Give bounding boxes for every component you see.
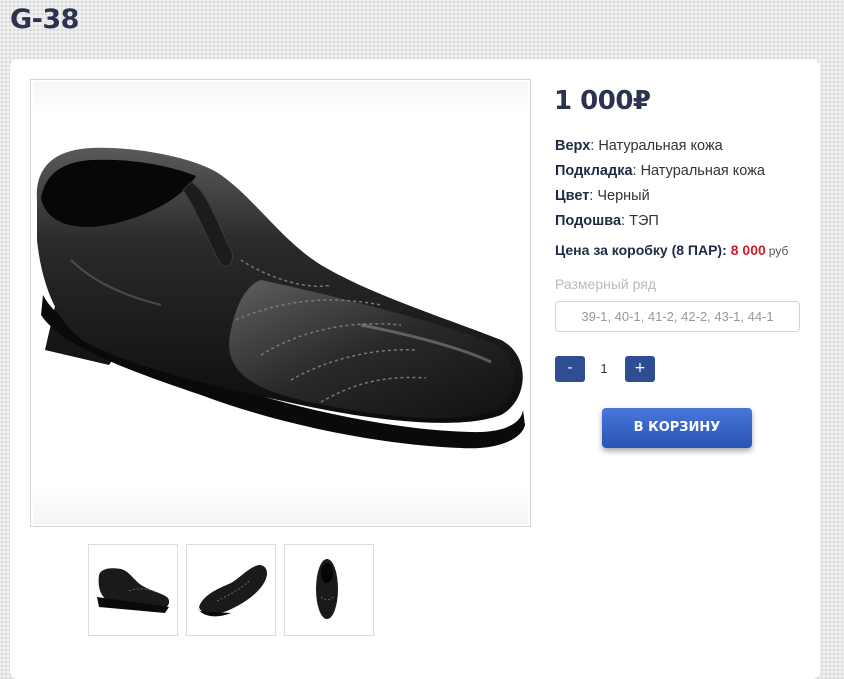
thumbnail-side-view[interactable] — [88, 544, 178, 636]
spec-label: Цвет — [555, 188, 590, 204]
quantity-increase-button[interactable]: + — [625, 356, 655, 382]
spec-value: : Черный — [589, 188, 650, 204]
spec-upper: Верх: Натуральная кожа — [555, 138, 723, 154]
spec-value: : Натуральная кожа — [590, 138, 723, 154]
spec-value: : Натуральная кожа — [632, 163, 765, 179]
thumbnail-top-view[interactable] — [284, 544, 374, 636]
quantity-input[interactable]: 1 — [591, 356, 617, 382]
page-title: G-38 — [10, 4, 79, 35]
spec-lining: Подкладка: Натуральная кожа — [555, 163, 765, 179]
spec-value: : ТЭП — [621, 213, 659, 229]
box-price-value: 8 000 — [730, 242, 766, 258]
add-to-cart-button[interactable]: В КОРЗИНУ — [602, 408, 752, 448]
shoe-thumbnail-icon — [197, 565, 267, 617]
size-range-label: Размерный ряд — [555, 276, 657, 292]
shoe-thumbnail-icon — [97, 568, 170, 613]
shoe-illustration — [36, 147, 525, 449]
size-range-field[interactable]: 39-1, 40-1, 41-2, 42-2, 43-1, 44-1 — [555, 301, 800, 332]
box-price-label: Цена за коробку (8 ПАР): — [555, 242, 727, 258]
spec-color: Цвет: Черный — [555, 188, 650, 204]
box-price-unit: руб — [768, 244, 789, 258]
spec-sole: Подошва: ТЭП — [555, 213, 659, 229]
spec-label: Верх — [555, 138, 591, 154]
spec-label: Подошва — [555, 213, 622, 229]
main-product-image[interactable] — [30, 79, 531, 527]
spec-label: Подкладка — [555, 163, 633, 179]
shoe-thumbnail-icon — [316, 559, 338, 619]
quantity-decrease-button[interactable]: - — [555, 356, 585, 382]
box-price: Цена за коробку (8 ПАР): 8 000 руб — [555, 242, 788, 258]
thumbnail-angle-view[interactable] — [186, 544, 276, 636]
product-card: 1 000₽ Верх: Натуральная кожа Подкладка:… — [10, 59, 820, 679]
product-price: 1 000₽ — [554, 86, 651, 116]
